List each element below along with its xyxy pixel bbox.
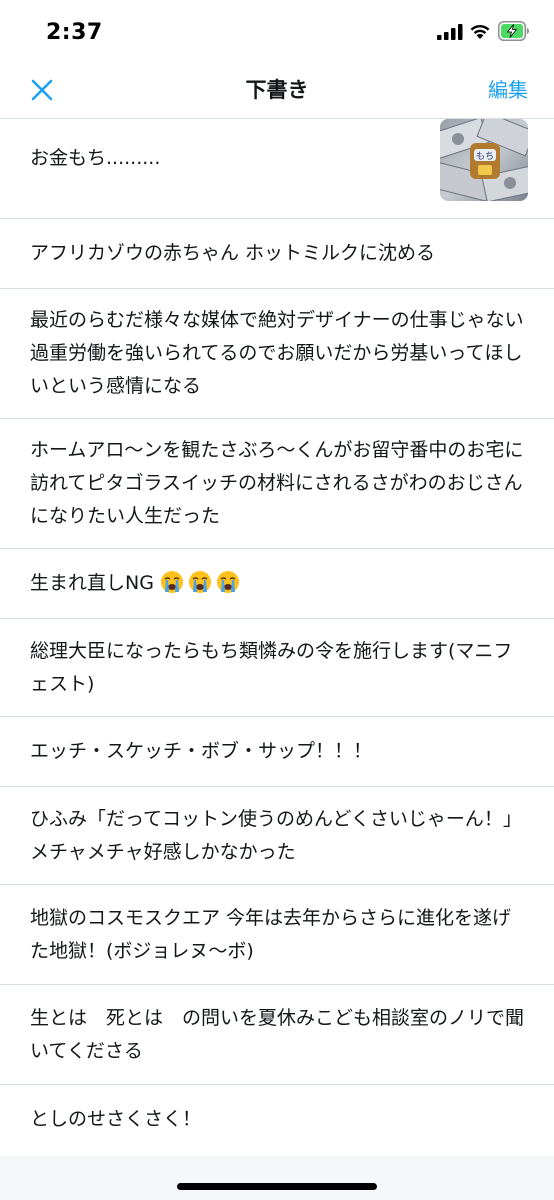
draft-item[interactable]: 最近のらむだ様々な媒体で絶対デザイナーの仕事じゃない過重労働を強いられてるのでお… xyxy=(0,289,554,419)
draft-text: 最近のらむだ様々な媒体で絶対デザイナーの仕事じゃない過重労働を強いられてるのでお… xyxy=(30,309,524,397)
draft-item[interactable]: お金もち......... もち xyxy=(0,119,554,219)
draft-text: 生とは 死とは の問いを夏休みこども相談室のノリで聞いてくださる xyxy=(30,1006,525,1062)
draft-list: お金もち......... もち アフリカゾウの赤ちゃん ホットミルクに沈める … xyxy=(0,119,554,1153)
status-bar: 2:37 xyxy=(0,0,554,62)
crying-face-emoji-icon xyxy=(216,571,239,593)
navigation-bar: 下書き 編集 xyxy=(0,62,554,119)
crying-face-emoji-icon xyxy=(160,571,183,593)
draft-text-with-emoji: 生まれ直しNG xyxy=(30,567,524,600)
draft-item[interactable]: としのせさくさく！ xyxy=(0,1085,554,1153)
money-image: もち xyxy=(440,119,528,201)
wifi-icon xyxy=(470,24,490,39)
draft-item[interactable]: ひふみ「だってコットン使うのめんどくさいじゃーん！」メチャメチャ好感しかなかった xyxy=(0,787,554,885)
draft-text: アフリカゾウの赤ちゃん ホットミルクに沈める xyxy=(30,242,436,264)
edit-button[interactable]: 編集 xyxy=(488,74,528,103)
drafts-screen: 2:37 下書き 編集 お金もち......... もち アフリカゾウの赤ちゃん… xyxy=(0,0,554,1200)
draft-item[interactable]: エッチ・スケッチ・ボブ・サップ！！！ xyxy=(0,717,554,787)
cellular-signal-icon xyxy=(437,24,463,40)
page-title: 下書き xyxy=(245,78,309,102)
draft-text: エッチ・スケッチ・ボブ・サップ！！！ xyxy=(30,740,373,762)
draft-text: 生まれ直しNG xyxy=(30,572,154,594)
battery-charging-icon xyxy=(498,21,529,41)
draft-item[interactable]: 地獄のコスモスクエア 今年は去年からさらに進化を遂げた地獄！(ボジョレヌ〜ボ) xyxy=(0,885,554,985)
draft-item[interactable]: 生まれ直しNG xyxy=(0,549,554,619)
draft-item[interactable]: 生とは 死とは の問いを夏休みこども相談室のノリで聞いてくださる xyxy=(0,985,554,1085)
draft-item[interactable]: アフリカゾウの赤ちゃん ホットミルクに沈める xyxy=(0,219,554,289)
draft-item[interactable]: ホームアロ〜ンを観たさぶろ〜くんがお留守番中のお宅に訪れてピタゴラスイッチの材料… xyxy=(0,419,554,549)
draft-text: 総理大臣になったらもち類憐みの令を施行します(マニフェスト) xyxy=(30,639,513,695)
draft-item[interactable]: 総理大臣になったらもち類憐みの令を施行します(マニフェスト) xyxy=(0,619,554,717)
draft-image-thumbnail[interactable]: もち xyxy=(440,119,528,201)
draft-text: 地獄のコスモスクエア 今年は去年からさらに進化を遂げた地獄！(ボジョレヌ〜ボ) xyxy=(30,906,512,962)
svg-text:もち: もち xyxy=(476,151,494,162)
draft-text: としのせさくさく！ xyxy=(30,1107,202,1130)
status-time: 2:37 xyxy=(46,20,103,45)
home-indicator[interactable] xyxy=(177,1183,377,1190)
crying-face-emoji-icon xyxy=(188,571,211,593)
draft-text: ひふみ「だってコットン使うのめんどくさいじゃーん！」メチャメチャ好感しかなかった xyxy=(30,807,522,863)
draft-text: ホームアロ〜ンを観たさぶろ〜くんがお留守番中のお宅に訪れてピタゴラスイッチの材料… xyxy=(30,439,524,527)
bottom-bar xyxy=(0,1156,554,1200)
